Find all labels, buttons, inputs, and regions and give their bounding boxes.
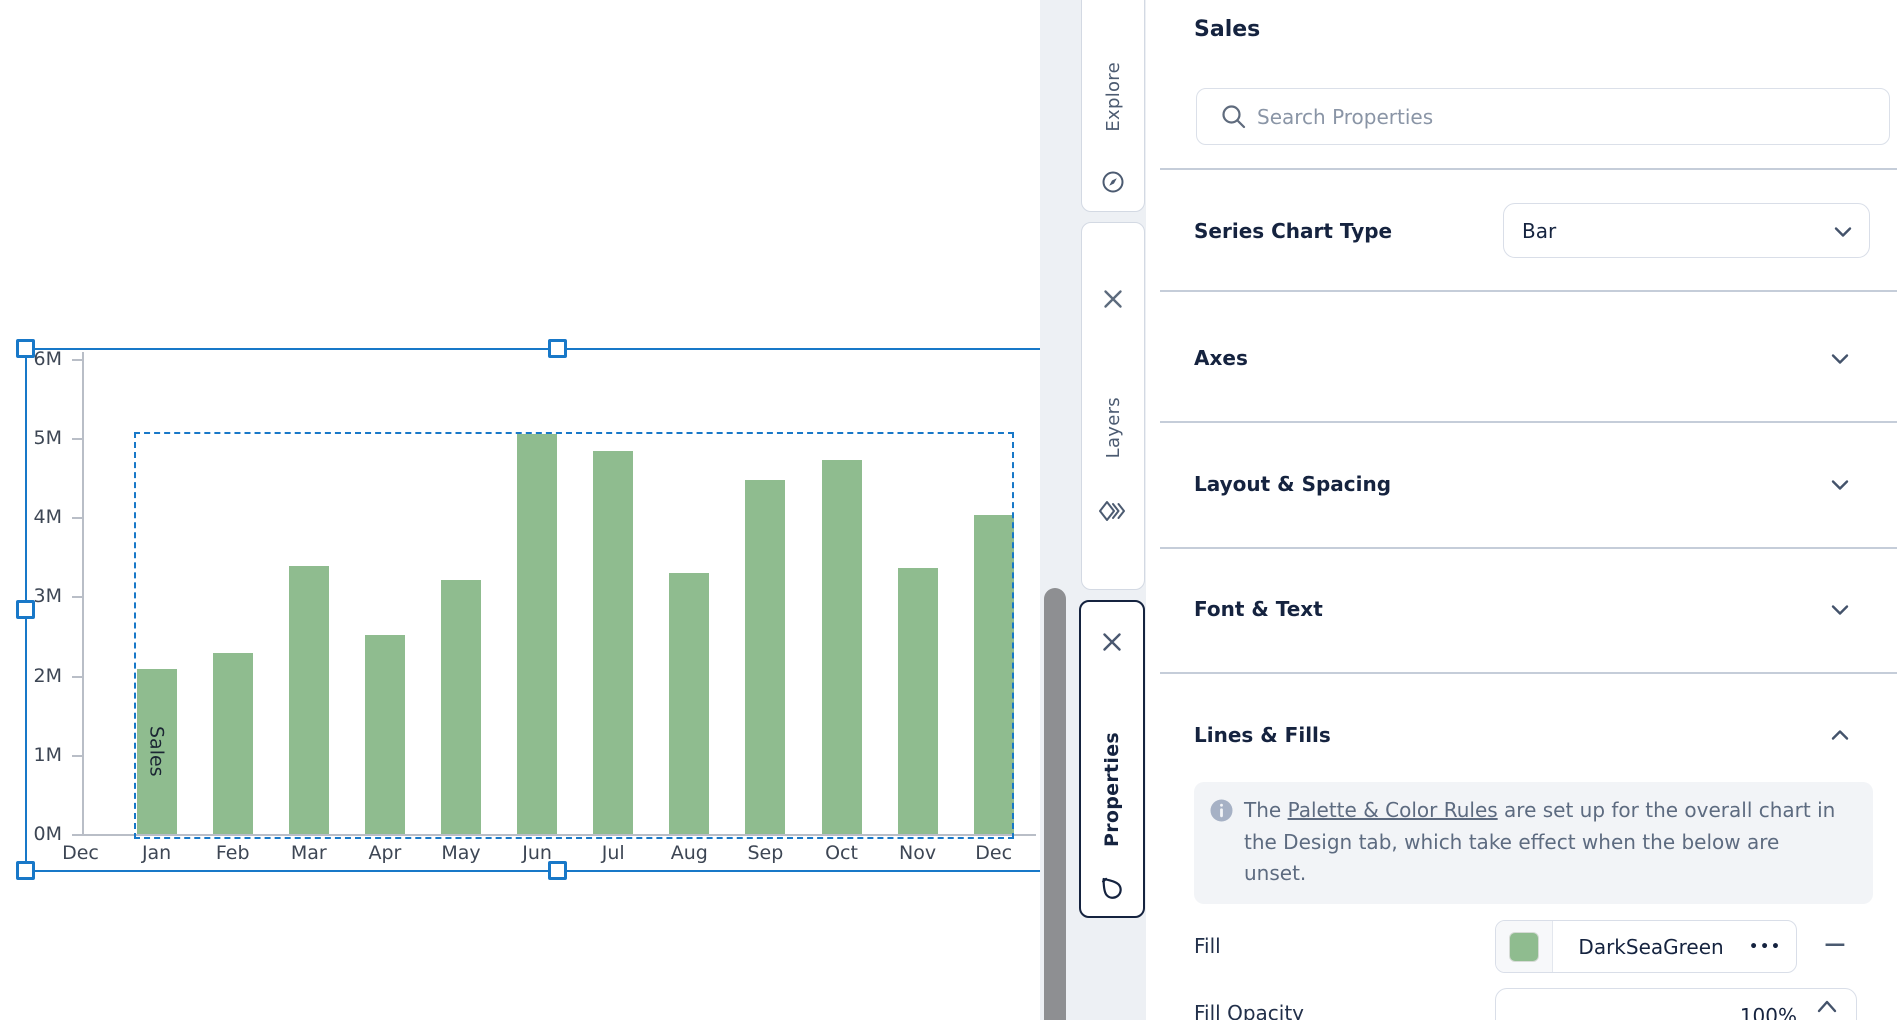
y-axis-line: [82, 352, 84, 836]
section-header-font-text[interactable]: Font & Text: [1194, 597, 1323, 621]
more-options-icon[interactable]: •••: [1749, 921, 1796, 972]
close-icon[interactable]: [1100, 630, 1124, 658]
y-axis-tick: [72, 755, 82, 757]
info-icon: [1210, 799, 1233, 826]
x-axis-tick-label: Mar: [271, 842, 347, 864]
panel-divider: [1160, 672, 1897, 674]
panel-title: Sales: [1194, 17, 1260, 42]
palette-color-rules-link[interactable]: Palette & Color Rules: [1288, 798, 1498, 822]
series-chart-type-label: Series Chart Type: [1194, 219, 1392, 243]
selection-handle-bottom-middle[interactable]: [548, 861, 567, 880]
fill-label: Fill: [1194, 934, 1221, 958]
vertical-scrollbar[interactable]: [1044, 588, 1066, 1020]
panel-divider: [1160, 547, 1897, 549]
fill-opacity-label: Fill Opacity: [1194, 1001, 1304, 1020]
fill-color-name: DarkSeaGreen: [1553, 921, 1749, 972]
chevron-down-icon: [1828, 598, 1852, 626]
fill-opacity-value: 100%: [1740, 1004, 1797, 1020]
app-window: 0M1M2M3M4M5M6MSalesDecJanFebMarAprMayJun…: [0, 0, 1897, 1020]
x-axis-tick-label: Oct: [804, 842, 880, 864]
tab-layers-label: Layers: [1103, 397, 1124, 458]
chevron-down-icon: [1828, 473, 1852, 501]
y-axis-tick: [72, 834, 82, 836]
search-properties-input[interactable]: [1197, 89, 1889, 144]
y-axis-tick: [72, 596, 82, 598]
fill-swatch-cell[interactable]: [1496, 921, 1553, 972]
chevron-down-icon: [1831, 220, 1855, 248]
selection-handle-bottom-left[interactable]: [16, 861, 35, 880]
panel-divider: [1160, 421, 1897, 423]
x-axis-tick-label: Jan: [119, 842, 195, 864]
panel-divider: [1160, 290, 1897, 292]
x-axis-tick-label: Jul: [575, 842, 651, 864]
selection-handle-top-middle[interactable]: [548, 339, 567, 358]
search-properties-box: [1196, 88, 1890, 145]
compass-icon: [1101, 170, 1125, 198]
panel-divider: [1160, 168, 1897, 170]
x-axis-tick-label: Dec: [43, 842, 119, 864]
fill-opacity-input[interactable]: 100%: [1495, 988, 1857, 1020]
tab-explore[interactable]: Explore: [1081, 0, 1145, 212]
x-axis-tick-label: Feb: [195, 842, 271, 864]
x-axis-tick-label: Sep: [727, 842, 803, 864]
selection-border-top: [25, 348, 1040, 350]
remove-fill-button[interactable]: −: [1820, 928, 1850, 962]
y-axis-tick: [72, 359, 82, 361]
chevron-up-icon: [1828, 723, 1852, 751]
x-axis-tick-label: Apr: [347, 842, 423, 864]
section-header-lines-fills[interactable]: Lines & Fills: [1194, 723, 1331, 747]
x-axis-tick-label: Aug: [651, 842, 727, 864]
fill-color-control[interactable]: DarkSeaGreen •••: [1495, 920, 1797, 973]
selection-handle-middle-left[interactable]: [16, 600, 35, 619]
y-axis-tick: [72, 438, 82, 440]
y-axis-tick-label: 4M: [0, 506, 62, 528]
chevron-down-icon: [1828, 347, 1852, 375]
tab-explore-label: Explore: [1103, 62, 1124, 132]
tab-properties-label: Properties: [1101, 732, 1123, 847]
series-chart-type-value: Bar: [1522, 219, 1556, 243]
section-header-layout-spacing[interactable]: Layout & Spacing: [1194, 472, 1391, 496]
tab-layers[interactable]: Layers: [1081, 222, 1145, 590]
series-chart-type-dropdown[interactable]: Bar: [1503, 203, 1870, 258]
x-axis-tick-label: May: [423, 842, 499, 864]
y-axis-tick-label: 2M: [0, 665, 62, 687]
y-axis-tick-label: 1M: [0, 744, 62, 766]
x-axis-tick-label: Dec: [956, 842, 1032, 864]
tab-properties[interactable]: Properties: [1079, 600, 1145, 918]
section-header-axes[interactable]: Axes: [1194, 346, 1248, 370]
x-axis-tick-label: Nov: [880, 842, 956, 864]
selection-border-bottom: [25, 870, 1040, 872]
stepper-up-icon[interactable]: [1814, 995, 1840, 1020]
y-axis-tick: [72, 676, 82, 678]
paint-drop-icon: [1090, 866, 1135, 911]
close-icon[interactable]: [1101, 287, 1125, 315]
info-note: The Palette & Color Rules are set up for…: [1194, 782, 1873, 904]
y-axis-tick-label: 5M: [0, 427, 62, 449]
y-axis-tick: [72, 517, 82, 519]
selection-handle-top-left[interactable]: [16, 339, 35, 358]
fill-color-swatch[interactable]: [1509, 932, 1539, 962]
layers-icon: [1099, 499, 1127, 527]
info-note-text: The Palette & Color Rules are set up for…: [1244, 795, 1840, 890]
info-text-prefix: The: [1244, 798, 1288, 822]
series-selection-outline: [134, 432, 1014, 839]
